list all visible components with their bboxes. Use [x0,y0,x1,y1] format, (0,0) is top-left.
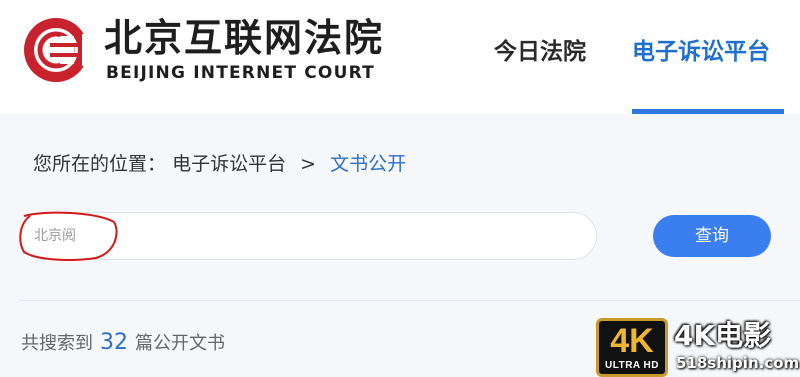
result-prefix: 共搜索到 [21,333,93,354]
result-suffix: 篇公开文书 [135,333,225,354]
divider [19,300,800,301]
search-button[interactable]: 查询 [653,215,771,257]
breadcrumb-item-platform[interactable]: 电子诉讼平台 [172,153,286,175]
site-subtitle: BEIJING INTERNET COURT [106,63,375,83]
court-logo-icon [24,18,92,82]
nav-active-indicator [632,109,784,114]
breadcrumb-prefix: 您所在的位置： [33,153,167,175]
watermark-badge-big: 4K [610,322,654,360]
result-summary: 共搜索到 32 篇公开文书 [21,328,225,359]
breadcrumb: 您所在的位置： 电子诉讼平台 > 文书公开 [33,150,406,178]
result-count: 32 [100,330,128,355]
nav-item-today-court[interactable]: 今日法院 [494,36,586,68]
search-input[interactable] [34,223,574,249]
watermark-4k-badge: 4K ULTRA HD [596,318,668,377]
site-title: 北京互联网法院 [104,16,385,60]
breadcrumb-separator: > [300,153,317,175]
watermark-url: 518shipin.com [676,354,800,372]
nav-item-e-litigation-platform[interactable]: 电子诉讼平台 [632,36,770,68]
site-header: 北京互联网法院 BEIJING INTERNET COURT 今日法院 电子诉讼… [0,0,800,114]
search-box [19,212,597,260]
watermark-badge-small: ULTRA HD [605,360,659,371]
breadcrumb-item-current: 文书公开 [330,153,407,175]
watermark-title: 4K电影 [674,319,772,352]
watermark: 4K ULTRA HD 4K电影 518shipin.com [596,318,800,377]
